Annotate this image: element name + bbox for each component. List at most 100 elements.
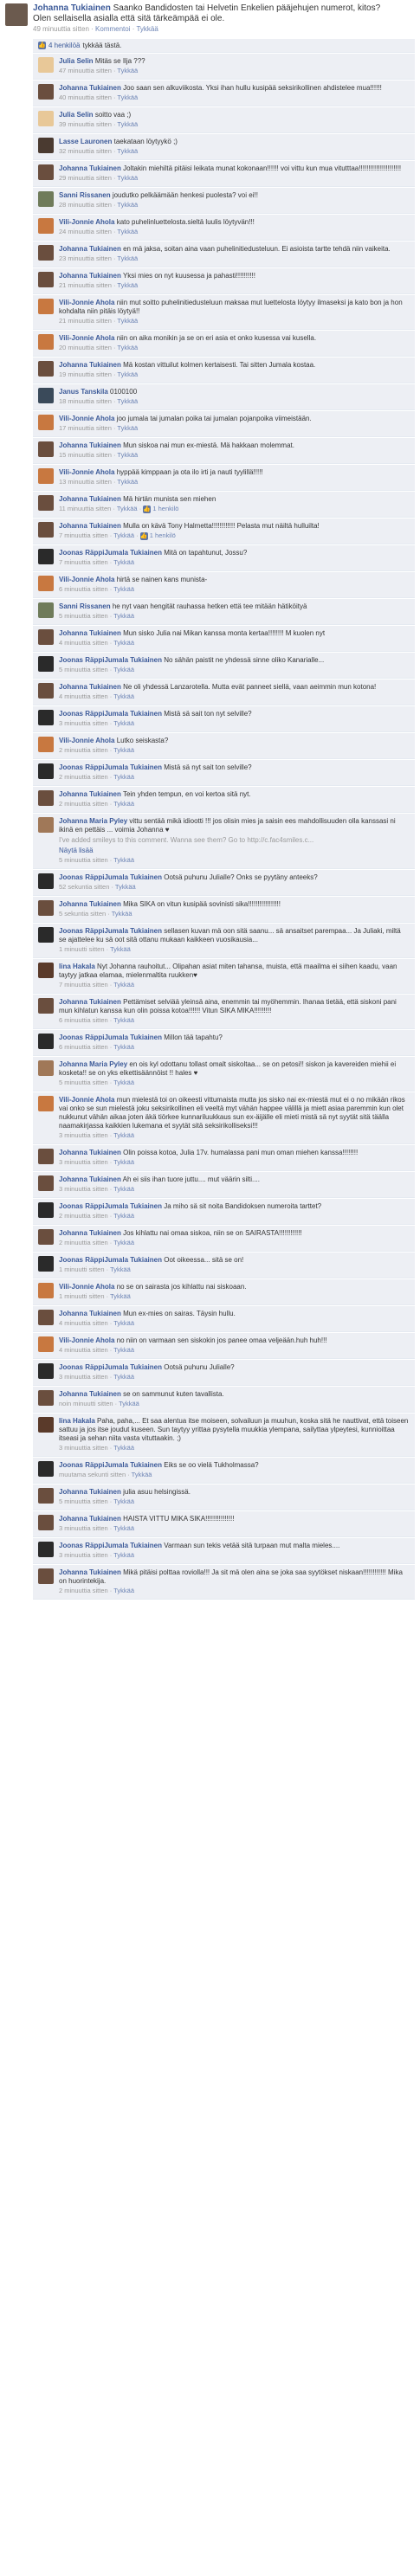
commenter-avatar[interactable] bbox=[38, 522, 54, 538]
commenter-avatar[interactable] bbox=[38, 272, 54, 287]
commenter-avatar[interactable] bbox=[38, 790, 54, 806]
comment-like-link[interactable]: Tykkää bbox=[117, 317, 138, 325]
commenter-name-link[interactable]: Vili-Jonnie Ahola bbox=[59, 468, 114, 476]
comment-like-link[interactable]: Tykkää bbox=[117, 228, 138, 235]
commenter-name-link[interactable]: Joonas RäppiJumala Tukiainen bbox=[59, 1542, 162, 1549]
commenter-avatar[interactable] bbox=[38, 415, 54, 430]
comment-like-link[interactable]: Tykkää bbox=[117, 370, 138, 378]
comment-likes-count[interactable]: 1 henkilö bbox=[152, 505, 178, 512]
likes-count-link[interactable]: 4 henkilöä bbox=[48, 42, 80, 49]
commenter-avatar[interactable] bbox=[38, 683, 54, 699]
commenter-name-link[interactable]: Johanna Tukiainen bbox=[59, 1515, 121, 1523]
commenter-avatar[interactable] bbox=[38, 1229, 54, 1245]
commenter-avatar[interactable] bbox=[38, 111, 54, 126]
comment-like-link[interactable]: Tykkää bbox=[117, 174, 138, 182]
commenter-name-link[interactable]: Julia Selin bbox=[59, 57, 94, 65]
comment-like-link[interactable]: Tykkää bbox=[113, 1587, 134, 1594]
comment-like-link[interactable]: Tykkää bbox=[113, 1212, 134, 1220]
commenter-avatar[interactable] bbox=[38, 1256, 54, 1272]
comment-like-link[interactable]: Tykkää bbox=[117, 201, 138, 209]
commenter-name-link[interactable]: Vili-Jonnie Ahola bbox=[59, 415, 114, 422]
commenter-name-link[interactable]: Joonas RäppiJumala Tukiainen bbox=[59, 1363, 162, 1371]
commenter-name-link[interactable]: Johanna Tukiainen bbox=[59, 790, 121, 798]
comment-like-link[interactable]: Tykkää bbox=[113, 1079, 134, 1086]
commenter-avatar[interactable] bbox=[38, 763, 54, 779]
comment-like-link[interactable]: Tykkää bbox=[113, 1016, 134, 1024]
commenter-avatar[interactable] bbox=[38, 1461, 54, 1477]
commenter-name-link[interactable]: Joonas RäppiJumala Tukiainen bbox=[59, 927, 162, 935]
comment-like-link[interactable]: Tykkää bbox=[113, 558, 134, 566]
comment-like-link[interactable]: Tykkää bbox=[113, 746, 134, 754]
comment-like-link[interactable]: Tykkää bbox=[110, 1265, 131, 1273]
comment-like-link[interactable]: Tykkää bbox=[113, 1131, 134, 1139]
commenter-avatar[interactable] bbox=[38, 549, 54, 564]
commenter-avatar[interactable] bbox=[38, 1542, 54, 1557]
commenter-name-link[interactable]: Joonas RäppiJumala Tukiainen bbox=[59, 656, 162, 664]
comment-like-link[interactable]: Tykkää bbox=[113, 856, 134, 864]
commenter-name-link[interactable]: Vili-Jonnie Ahola bbox=[59, 299, 114, 306]
comment-like-link[interactable]: Tykkää bbox=[117, 397, 138, 405]
commenter-avatar[interactable] bbox=[38, 1488, 54, 1504]
commenter-avatar[interactable] bbox=[38, 710, 54, 725]
comment-like-link[interactable]: Tykkää bbox=[117, 344, 138, 351]
comment-like-link[interactable]: Tykkää bbox=[115, 883, 136, 891]
comment-like-link[interactable]: Tykkää bbox=[117, 67, 138, 74]
commenter-name-link[interactable]: Johanna Tukiainen bbox=[59, 1149, 121, 1156]
commenter-avatar[interactable] bbox=[38, 441, 54, 457]
commenter-name-link[interactable]: Vili-Jonnie Ahola bbox=[59, 218, 114, 226]
commenter-name-link[interactable]: Janus Tanskila bbox=[59, 388, 108, 396]
commenter-avatar[interactable] bbox=[38, 138, 54, 153]
show-more-link[interactable]: Näytä lisää bbox=[59, 847, 410, 855]
comment-like-link[interactable]: Tykkää bbox=[117, 120, 138, 128]
commenter-name-link[interactable]: Vili-Jonnie Ahola bbox=[59, 1336, 114, 1344]
like-link[interactable]: Tykkää bbox=[136, 25, 158, 33]
commenter-name-link[interactable]: Vili-Jonnie Ahola bbox=[59, 334, 114, 342]
commenter-avatar[interactable] bbox=[38, 1202, 54, 1218]
comment-like-link[interactable]: Tykkää bbox=[113, 666, 134, 673]
commenter-avatar[interactable] bbox=[38, 1568, 54, 1584]
commenter-avatar[interactable] bbox=[38, 191, 54, 207]
commenter-avatar[interactable] bbox=[38, 1034, 54, 1049]
comment-like-link[interactable]: Tykkää bbox=[113, 1158, 134, 1166]
commenter-avatar[interactable] bbox=[38, 629, 54, 645]
commenter-name-link[interactable]: Johanna Tukiainen bbox=[59, 1229, 121, 1237]
comment-like-link[interactable]: Tykkää bbox=[117, 424, 138, 432]
comment-like-link[interactable]: Tykkää bbox=[113, 612, 134, 620]
comment-like-link[interactable]: Tykkää bbox=[113, 1373, 134, 1381]
comment-like-link[interactable]: Tykkää bbox=[113, 1319, 134, 1327]
commenter-avatar[interactable] bbox=[38, 576, 54, 591]
commenter-avatar[interactable] bbox=[38, 656, 54, 672]
commenter-avatar[interactable] bbox=[38, 299, 54, 314]
commenter-name-link[interactable]: Johanna Tukiainen bbox=[59, 683, 121, 691]
comment-like-link[interactable]: Tykkää bbox=[117, 478, 138, 486]
commenter-name-link[interactable]: Johanna Tukiainen bbox=[59, 522, 121, 530]
commenter-name-link[interactable]: Johanna Maria Pyley bbox=[59, 1060, 127, 1068]
commenter-name-link[interactable]: Johanna Tukiainen bbox=[59, 1488, 121, 1496]
commenter-avatar[interactable] bbox=[38, 361, 54, 377]
commenter-avatar[interactable] bbox=[38, 1390, 54, 1406]
comment-like-link[interactable]: Tykkää bbox=[112, 910, 132, 918]
comment-like-link[interactable]: Tykkää bbox=[113, 692, 134, 700]
commenter-avatar[interactable] bbox=[38, 873, 54, 889]
comment-like-link[interactable]: Tykkää bbox=[113, 639, 134, 647]
commenter-name-link[interactable]: Johanna Tukiainen bbox=[59, 84, 121, 92]
comment-like-link[interactable]: Tykkää bbox=[110, 1292, 131, 1300]
author-avatar[interactable] bbox=[5, 3, 28, 26]
commenter-name-link[interactable]: Iina Hakala bbox=[59, 1417, 95, 1425]
commenter-avatar[interactable] bbox=[38, 164, 54, 180]
commenter-name-link[interactable]: Johanna Maria Pyley bbox=[59, 817, 127, 825]
commenter-name-link[interactable]: Joonas RäppiJumala Tukiainen bbox=[59, 763, 162, 771]
commenter-name-link[interactable]: Joonas RäppiJumala Tukiainen bbox=[59, 1461, 162, 1469]
commenter-avatar[interactable] bbox=[38, 1310, 54, 1325]
commenter-name-link[interactable]: Johanna Tukiainen bbox=[59, 629, 121, 637]
commenter-name-link[interactable]: Sanni Rissanen bbox=[59, 602, 111, 610]
commenter-name-link[interactable]: Iina Hakala bbox=[59, 963, 95, 970]
commenter-avatar[interactable] bbox=[38, 1363, 54, 1379]
commenter-avatar[interactable] bbox=[38, 388, 54, 403]
commenter-avatar[interactable] bbox=[38, 1336, 54, 1352]
commenter-avatar[interactable] bbox=[38, 737, 54, 752]
commenter-name-link[interactable]: Johanna Tukiainen bbox=[59, 1310, 121, 1317]
comment-like-link[interactable]: Tykkää bbox=[113, 1346, 134, 1354]
comment-like-link[interactable]: Tykkää bbox=[113, 800, 134, 808]
comment-like-link[interactable]: Tykkää bbox=[132, 1471, 152, 1478]
